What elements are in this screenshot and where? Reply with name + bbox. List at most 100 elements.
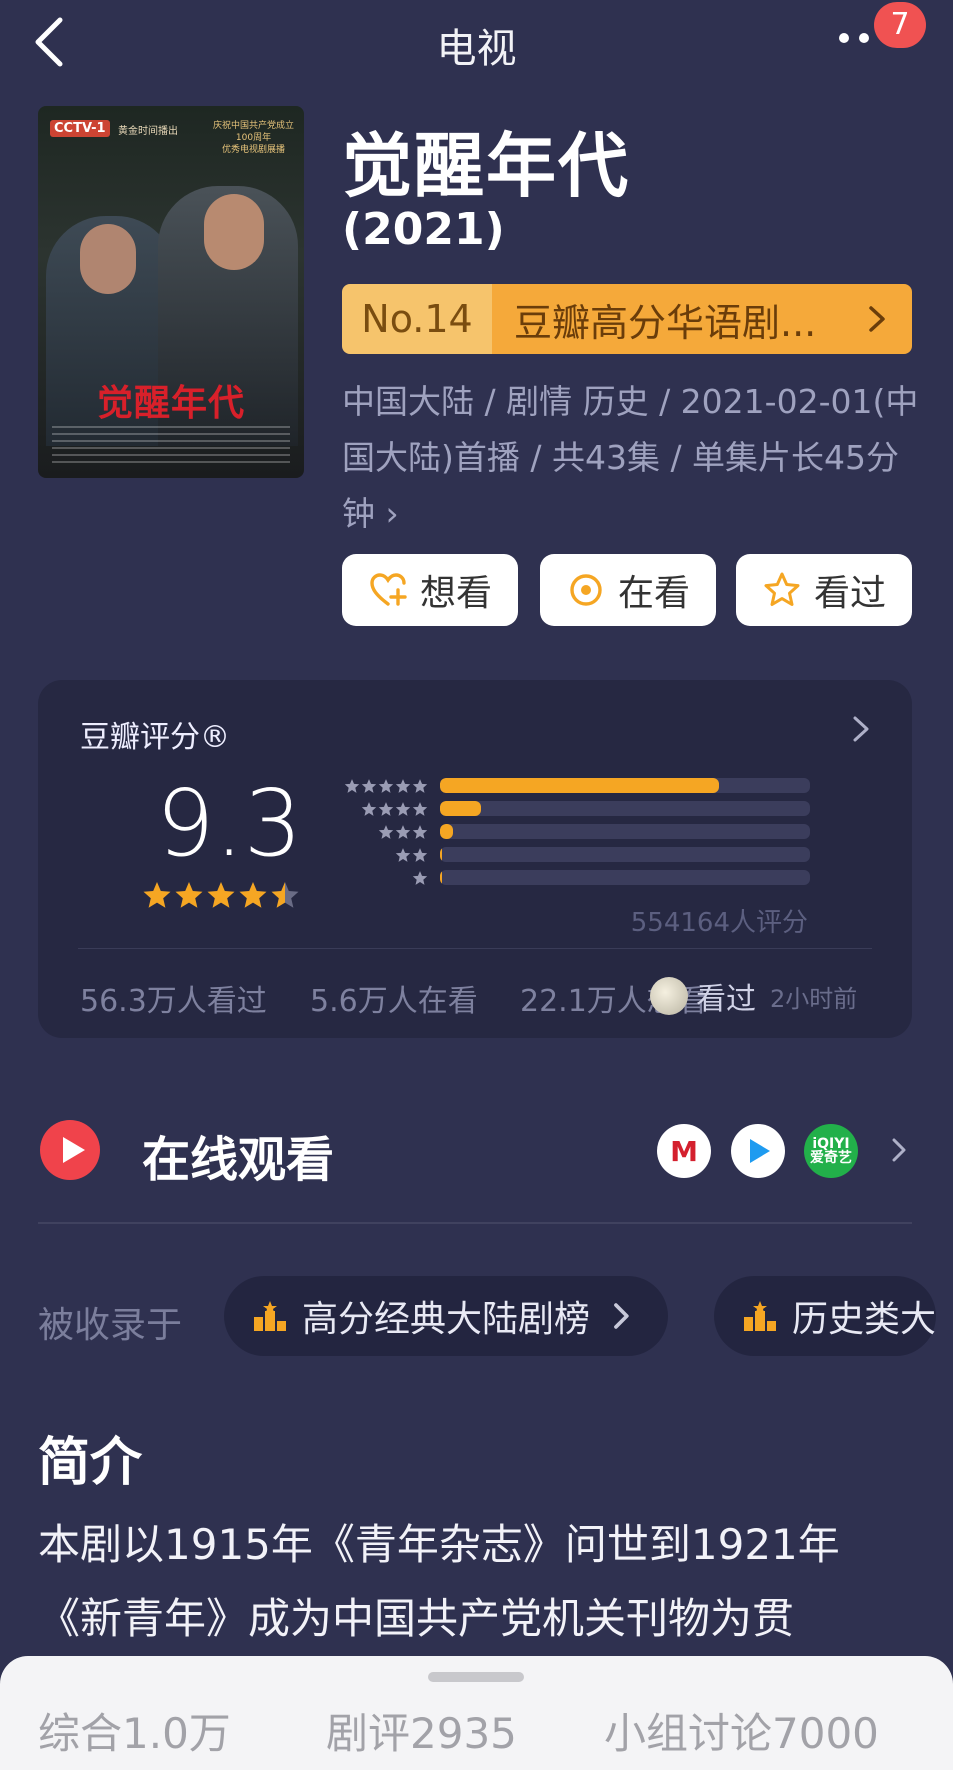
rank-list-label: 豆瓣高分华语剧...: [514, 300, 817, 345]
star-icon: [361, 778, 377, 794]
drag-handle[interactable]: [428, 1672, 524, 1682]
star-icon: [378, 824, 394, 840]
chevron-right-icon: [614, 1303, 629, 1329]
notification-badge[interactable]: 7: [874, 2, 926, 48]
poster-credits: [52, 426, 290, 466]
tab-group-discussion[interactable]: 小组讨论7000: [604, 1700, 879, 1761]
star-icon: [143, 882, 171, 908]
heart-plus-icon: [370, 573, 407, 606]
watching-button[interactable]: 在看: [540, 554, 716, 626]
watching-icon: [570, 574, 602, 606]
star-icon: [344, 778, 360, 794]
rating-bar-fill: [440, 801, 481, 816]
star-icon: [175, 882, 203, 908]
watched-label: 看过: [813, 573, 886, 614]
youku-logo-icon[interactable]: [731, 1124, 785, 1178]
star-icon: [395, 778, 411, 794]
rating-stars: [142, 880, 300, 910]
rating-bar-track: [440, 870, 810, 885]
rank-banner[interactable]: No.14 豆瓣高分华语剧...: [342, 284, 912, 354]
watched-button[interactable]: 看过: [736, 554, 912, 626]
friend-action: 看过: [696, 982, 756, 1017]
rating-bar-fill: [440, 870, 443, 885]
rating-row-1-star: [328, 866, 810, 889]
chevron-right-icon[interactable]: [850, 714, 872, 744]
mini-stars: [328, 870, 428, 886]
star-icon: [378, 801, 394, 817]
tab-reviews[interactable]: 剧评2935: [326, 1700, 517, 1761]
rank-list-name: 豆瓣高分华语剧...: [492, 284, 912, 354]
list-pill-high-score[interactable]: 高分经典大陆剧榜: [224, 1276, 669, 1356]
star-icon: [412, 801, 428, 817]
star-icon: [361, 801, 377, 817]
divider: [38, 1222, 912, 1224]
mgtv-logo-icon[interactable]: M: [657, 1124, 711, 1178]
list-pill-label: 历史类大: [792, 1299, 937, 1340]
star-icon: [395, 824, 411, 840]
friend-activity[interactable]: 看过 2小时前: [650, 974, 857, 1018]
watching-label: 在看: [617, 573, 690, 614]
list-pill-label: 高分经典大陆剧榜: [302, 1299, 591, 1340]
rating-row-2-star: [328, 843, 810, 866]
mini-stars: [328, 778, 428, 794]
poster-channel-logo: CCTV-1: [50, 120, 110, 137]
watched-count: 56.3万人看过: [80, 984, 267, 1019]
poster-face-right: [204, 194, 264, 270]
rating-row-5-star: [328, 774, 810, 797]
star-icon: [395, 801, 411, 817]
rating-bar-fill: [440, 847, 443, 862]
chevron-right-icon: ›: [385, 494, 399, 533]
star-icon: [395, 847, 411, 863]
poster-title: 觉醒年代: [96, 383, 245, 424]
intro-heading: 简介: [38, 1433, 143, 1493]
rank-number: No.14: [342, 284, 492, 354]
tab-overview[interactable]: 综合1.0万: [38, 1700, 231, 1761]
poster-image[interactable]: CCTV-1 黄金时间播出 庆祝中国共产党成立 100周年 优秀电视剧展播 觉醒…: [38, 106, 304, 478]
star-icon: [412, 778, 428, 794]
rating-bar-fill: [440, 824, 453, 839]
want-label: 想看: [419, 573, 492, 614]
rating-score: 9.3: [156, 770, 303, 877]
rating-bar-track: [440, 778, 810, 793]
rating-row-3-star: [328, 820, 810, 843]
iqiyi-logo-icon[interactable]: iQIYI 爱奇艺: [804, 1124, 858, 1178]
show-year: (2021): [342, 204, 505, 255]
online-watch-title[interactable]: 在线观看: [142, 1120, 334, 1190]
watching-count: 5.6万人在看: [310, 984, 478, 1019]
rating-bar-track: [440, 824, 810, 839]
star-icon: [412, 870, 428, 886]
rating-votes: 554164人评分: [630, 908, 808, 938]
chevron-right-icon[interactable]: [890, 1136, 908, 1164]
star-icon: [412, 847, 428, 863]
poster-face-left: [80, 224, 136, 294]
more-icon[interactable]: [836, 26, 876, 50]
rating-bar-track: [440, 847, 810, 862]
ranking-icon: [744, 1301, 776, 1331]
rating-card[interactable]: 豆瓣评分® 9.3 554164人评分 56.3万人看过 5.6万人在看 22.…: [38, 680, 912, 1038]
mini-stars: [328, 847, 428, 863]
rating-label: 豆瓣评分®: [80, 720, 230, 755]
star-icon: [412, 824, 428, 840]
rating-bar-fill: [440, 778, 720, 793]
intro-text[interactable]: 本剧以1915年《青年杂志》问世到1921年《新青年》成为中国共产党机关刊物为贯: [38, 1508, 918, 1656]
poster-corner-text: 庆祝中国共产党成立 100周年 优秀电视剧展播: [212, 121, 294, 155]
star-icon: [378, 778, 394, 794]
show-title: 觉醒年代: [342, 125, 630, 207]
show-meta-text: 中国大陆 / 剧情 历史 / 2021-02-01(中国大陆)首播 / 共43集…: [342, 382, 919, 533]
friend-time: 2小时前: [770, 984, 858, 1013]
show-meta[interactable]: 中国大陆 / 剧情 历史 / 2021-02-01(中国大陆)首播 / 共43集…: [342, 374, 922, 542]
page-title: 电视: [436, 26, 517, 72]
avatar: [650, 977, 688, 1015]
star-icon: [239, 882, 267, 908]
star-icon: [764, 572, 800, 606]
chevron-right-icon: [869, 306, 885, 332]
mini-stars: [328, 824, 428, 840]
ranking-icon: [254, 1301, 286, 1331]
list-pill-history[interactable]: 历史类大: [714, 1276, 937, 1356]
want-button[interactable]: 想看: [342, 554, 518, 626]
star-icon: [271, 882, 299, 908]
mini-stars: [328, 801, 428, 817]
rating-row-4-star: [328, 797, 810, 820]
play-icon[interactable]: [40, 1120, 100, 1180]
divider: [78, 948, 872, 949]
